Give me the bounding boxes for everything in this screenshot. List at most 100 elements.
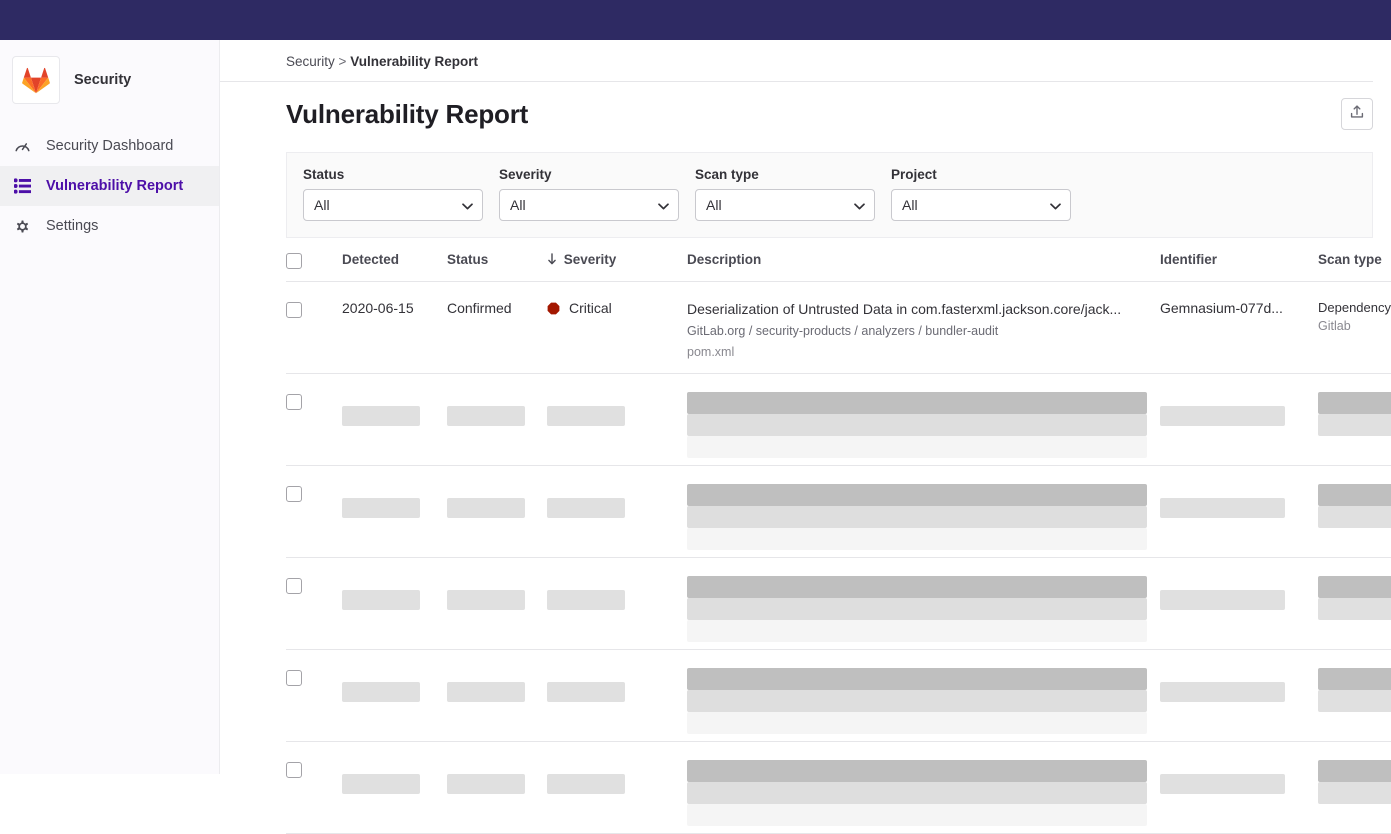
cell-scan-type-loading: [1318, 576, 1391, 649]
cell-severity: Critical: [547, 300, 687, 359]
severity-select[interactable]: All: [499, 189, 679, 221]
vulnerability-table: Detected Status Severity Description Ide…: [286, 238, 1391, 834]
cell-scan-type: Dependency Gitlab: [1318, 300, 1391, 359]
select-all-checkbox[interactable]: [286, 253, 302, 269]
filter-label: Scan type: [695, 167, 875, 182]
table-row-loading: [286, 650, 1391, 742]
column-header-status[interactable]: Status: [447, 252, 547, 267]
sidebar-item-security-dashboard[interactable]: Security Dashboard: [0, 126, 219, 166]
column-header-description[interactable]: Description: [687, 252, 1160, 267]
cell-status-loading: [447, 760, 547, 833]
row-select-cell: [286, 484, 342, 557]
column-header-scan-type[interactable]: Scan type: [1318, 252, 1391, 267]
row-select-cell: [286, 760, 342, 833]
row-checkbox[interactable]: [286, 394, 302, 410]
cell-severity-loading: [547, 576, 687, 649]
select-all-cell: [286, 251, 342, 269]
scan-type-label: Dependency: [1318, 300, 1391, 315]
sidebar-nav: Security Dashboard Vulnerability Report: [0, 126, 219, 246]
page-header: Vulnerability Report: [220, 82, 1391, 144]
chevron-down-icon: [462, 197, 473, 213]
cell-detected: 2020-06-15: [342, 300, 447, 359]
severity-critical-icon: [547, 302, 560, 315]
column-header-severity-label: Severity: [564, 252, 617, 267]
sidebar-item-label: Security Dashboard: [46, 138, 173, 154]
cell-identifier: Gemnasium-077d...: [1160, 300, 1318, 359]
chevron-down-icon: [1050, 197, 1061, 213]
vulnerability-file: pom.xml: [687, 345, 1160, 359]
filter-label: Severity: [499, 167, 679, 182]
loading-skeleton-rows: [286, 374, 1391, 834]
row-checkbox[interactable]: [286, 762, 302, 778]
scan-tool-label: Gitlab: [1318, 319, 1391, 333]
cell-description-loading: [687, 484, 1160, 557]
page-title: Vulnerability Report: [286, 99, 528, 130]
table-row-loading: [286, 466, 1391, 558]
export-upload-icon: [1349, 104, 1365, 125]
cell-severity-loading: [547, 760, 687, 833]
table-header-row: Detected Status Severity Description Ide…: [286, 238, 1391, 282]
column-header-severity[interactable]: Severity: [547, 252, 687, 268]
sidebar-item-vulnerability-report[interactable]: Vulnerability Report: [0, 166, 219, 206]
sidebar-item-settings[interactable]: Settings: [0, 206, 219, 246]
row-checkbox[interactable]: [286, 578, 302, 594]
table-row-loading: [286, 742, 1391, 834]
breadcrumb-root-link[interactable]: Security: [286, 54, 335, 69]
table-row-loading: [286, 374, 1391, 466]
cell-detected-loading: [342, 392, 447, 465]
filter-panel: Status All Severity All Scan type All: [286, 152, 1373, 238]
cell-status-loading: [447, 392, 547, 465]
filter-label: Status: [303, 167, 483, 182]
chevron-down-icon: [854, 197, 865, 213]
cell-identifier-loading: [1160, 484, 1318, 557]
cell-scan-type-loading: [1318, 392, 1391, 465]
cell-identifier-loading: [1160, 576, 1318, 649]
cell-severity-loading: [547, 392, 687, 465]
cell-description-loading: [687, 576, 1160, 649]
vulnerability-project-path: GitLab.org / security-products / analyze…: [687, 323, 1160, 340]
table-row[interactable]: 2020-06-15 Confirmed Critical Deserializ…: [286, 282, 1391, 374]
cell-status-loading: [447, 668, 547, 741]
cell-identifier-loading: [1160, 668, 1318, 741]
scan-type-select[interactable]: All: [695, 189, 875, 221]
breadcrumb-current: Vulnerability Report: [350, 54, 478, 69]
status-select[interactable]: All: [303, 189, 483, 221]
gear-icon: [12, 216, 32, 236]
project-select[interactable]: All: [891, 189, 1071, 221]
export-button[interactable]: [1341, 98, 1373, 130]
table-row-loading: [286, 558, 1391, 650]
status-select-value: All: [314, 197, 330, 213]
cell-severity-loading: [547, 484, 687, 557]
cell-description-loading: [687, 392, 1160, 465]
cell-identifier-loading: [1160, 760, 1318, 833]
sidebar-brand-label: Security: [74, 72, 131, 88]
column-header-detected[interactable]: Detected: [342, 252, 447, 267]
sidebar-item-label: Vulnerability Report: [46, 178, 183, 194]
column-header-identifier[interactable]: Identifier: [1160, 252, 1318, 267]
row-select-cell: [286, 392, 342, 465]
gitlab-tanuki-logo-icon: [12, 56, 60, 104]
top-navigation-bar: [0, 0, 1391, 40]
row-checkbox[interactable]: [286, 302, 302, 318]
filter-scan-type: Scan type All: [695, 167, 875, 221]
sidebar-item-label: Settings: [46, 218, 98, 234]
breadcrumb-separator: >: [339, 54, 347, 69]
sidebar-brand[interactable]: Security: [0, 40, 219, 120]
cell-identifier-loading: [1160, 392, 1318, 465]
severity-label: Critical: [569, 300, 612, 316]
severity-select-value: All: [510, 197, 526, 213]
filter-project: Project All: [891, 167, 1071, 221]
scan-type-select-value: All: [706, 197, 722, 213]
arrow-down-icon: [547, 253, 561, 268]
vulnerability-title[interactable]: Deserialization of Untrusted Data in com…: [687, 300, 1160, 319]
row-checkbox[interactable]: [286, 670, 302, 686]
cell-status: Confirmed: [447, 300, 547, 359]
cell-severity-loading: [547, 668, 687, 741]
row-checkbox[interactable]: [286, 486, 302, 502]
list-bullet-icon: [12, 176, 32, 196]
cell-scan-type-loading: [1318, 668, 1391, 741]
row-select-cell: [286, 668, 342, 741]
cell-description-loading: [687, 668, 1160, 741]
chevron-down-icon: [658, 197, 669, 213]
cell-detected-loading: [342, 668, 447, 741]
